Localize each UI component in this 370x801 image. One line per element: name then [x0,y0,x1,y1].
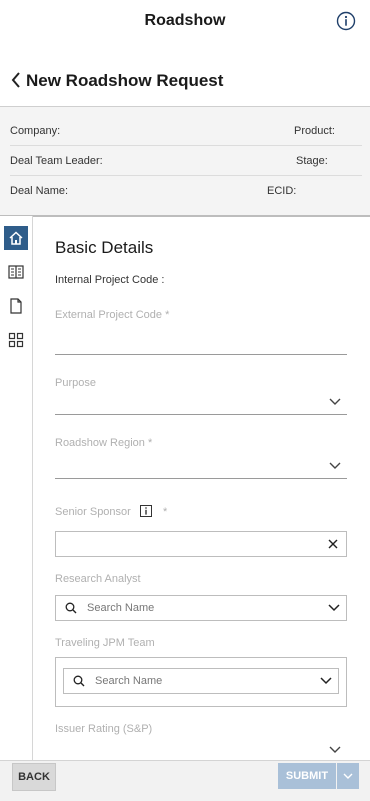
purpose-label: Purpose [55,377,96,389]
external-project-code-input[interactable] [55,354,347,355]
grid-icon [8,332,24,348]
issuer-rating-chevron-down-icon[interactable] [329,746,341,754]
chevron-down-icon [343,773,353,779]
roadshow-region-chevron-down-icon[interactable] [329,462,341,470]
page-title: New Roadshow Request [26,71,224,90]
issuer-rating-label: Issuer Rating (S&P) [55,723,153,735]
deal-team-leader-label: Deal Team Leader: [10,155,103,167]
submit-options-button[interactable] [337,763,359,789]
clear-icon[interactable] [328,539,338,549]
research-analyst-placeholder: Search Name [87,602,155,614]
back-chevron-icon[interactable] [10,71,24,89]
required-marker: * [162,506,168,518]
research-analyst-label: Research Analyst [55,573,141,585]
summary-row-company: Company: Product: [10,115,362,146]
basic-details-form: Basic Details Internal Project Code : Ex… [33,216,370,760]
roadshow-region-text: Roadshow Region [55,437,145,449]
rail-document-button[interactable] [4,294,28,318]
app-header: Roadshow [0,0,370,45]
deal-summary-panel: Company: Product: Deal Team Leader: Stag… [0,106,370,217]
submit-button[interactable]: SUBMIT [278,763,336,789]
purpose-chevron-down-icon[interactable] [329,398,341,406]
book-icon [8,265,24,279]
summary-row-leader: Deal Team Leader: Stage: [10,145,362,176]
required-marker: * [147,437,153,449]
purpose-select[interactable] [55,414,347,415]
traveling-team-container: Search Name [55,657,347,707]
section-nav-rail [0,216,33,760]
search-icon [65,602,77,614]
action-bar: BACK SUBMIT [0,760,370,801]
ecid-label: ECID: [267,185,297,197]
document-icon [10,298,22,314]
rail-grid-button[interactable] [4,328,28,352]
required-marker: * [165,309,170,321]
product-label: Product: [294,125,335,137]
search-icon [73,675,85,687]
summary-row-deal: Deal Name: ECID: [10,175,362,205]
traveling-team-placeholder: Search Name [95,675,163,687]
stage-label: Stage: [296,155,328,167]
info-icon[interactable] [336,11,356,31]
rail-book-button[interactable] [4,260,28,284]
rail-home-button[interactable] [4,226,28,250]
company-label: Company: [10,125,61,137]
app-title: Roadshow [144,12,226,29]
back-button[interactable]: BACK [12,763,56,791]
page-header: New Roadshow Request [0,44,370,106]
senior-sponsor-text: Senior Sponsor [55,506,131,518]
deal-name-label: Deal Name: [10,185,69,197]
home-icon [9,231,23,245]
traveling-team-search[interactable]: Search Name [63,668,339,694]
research-analyst-chevron-down-icon[interactable] [328,604,340,612]
info-square-icon[interactable] [139,505,152,517]
external-project-code-text: External Project Code [55,309,162,321]
section-title: Basic Details [55,238,154,257]
roadshow-region-label: Roadshow Region * [55,437,152,449]
traveling-team-chevron-down-icon[interactable] [320,677,332,685]
senior-sponsor-label: Senior Sponsor * [55,505,167,518]
internal-project-code-label: Internal Project Code : [55,274,165,286]
research-analyst-search[interactable]: Search Name [55,595,347,621]
traveling-team-label: Traveling JPM Team [55,637,155,649]
senior-sponsor-input[interactable] [55,531,347,557]
roadshow-region-select[interactable] [55,478,347,479]
external-project-code-label: External Project Code * [55,309,169,321]
